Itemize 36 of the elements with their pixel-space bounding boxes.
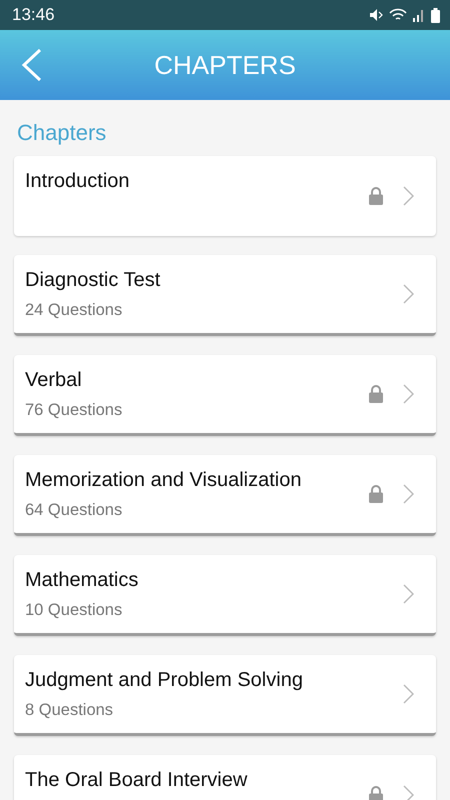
status-time: 13:46 [12, 5, 55, 25]
chapter-card[interactable]: Introduction [14, 156, 436, 236]
question-count: 8 Questions [25, 701, 114, 720]
chapter-title: Verbal [25, 369, 83, 392]
question-count: 24 Questions [25, 301, 124, 320]
chapter-card[interactable]: Diagnostic Test 24 Questions [14, 255, 436, 336]
chevron-icon [403, 584, 414, 604]
chapter-title: Memorization and Visualization [25, 469, 302, 492]
chapter-card[interactable]: Judgment and Problem Solving 8 Questions [14, 655, 436, 736]
chapter-title: Mathematics [25, 569, 140, 592]
chapter-card[interactable]: The Oral Board Interview [14, 755, 436, 800]
chapter-card[interactable]: Verbal 76 Questions [14, 355, 436, 436]
chevron-icon [403, 384, 414, 404]
chapter-title: The Oral Board Interview [25, 769, 248, 792]
lock-icon [369, 187, 383, 205]
lock-icon [369, 786, 383, 800]
chevron-icon [403, 684, 414, 704]
battery-icon [431, 8, 440, 22]
chapter-title: Judgment and Problem Solving [25, 669, 304, 692]
signal-icon [413, 8, 425, 22]
chevron-icon [403, 186, 414, 206]
chapter-card[interactable]: Mathematics 10 Questions [14, 555, 436, 636]
header-title: CHAPTERS [153, 50, 297, 80]
chapter-card[interactable]: Memorization and Visualization 64 Questions [14, 455, 436, 536]
chevron-icon [403, 785, 414, 800]
lock-icon [369, 385, 383, 403]
question-count: 10 Questions [25, 601, 124, 620]
chapter-title: Diagnostic Test [25, 269, 162, 292]
chevron-icon [403, 284, 414, 304]
section-title: Chapters [17, 120, 108, 146]
chevron-icon [403, 484, 414, 504]
wifi-icon [389, 8, 407, 22]
question-count: 76 Questions [25, 401, 124, 420]
chapter-title: Introduction [25, 170, 131, 193]
question-count: 64 Questions [25, 501, 124, 520]
lock-icon [369, 485, 383, 503]
